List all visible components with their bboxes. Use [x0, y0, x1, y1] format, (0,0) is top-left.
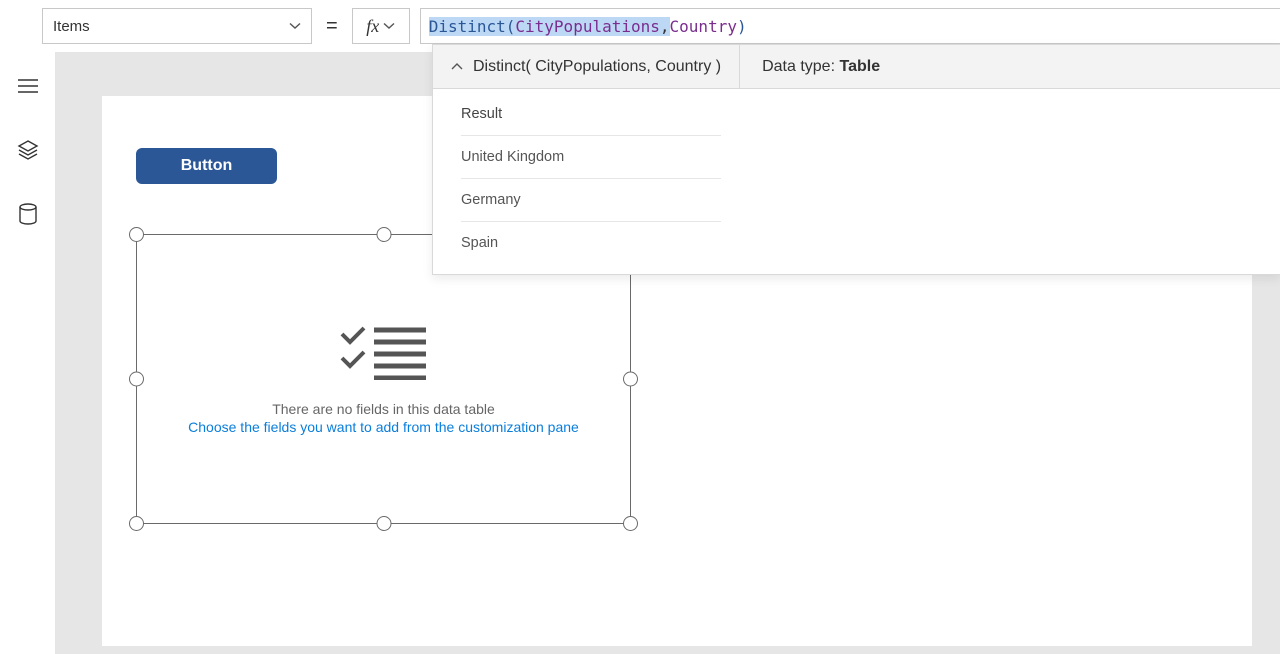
- formula-bar: Items = fx Distinct( CityPopulations, Co…: [42, 8, 1280, 44]
- chevron-down-icon: [383, 20, 395, 32]
- formula-token: Distinct(: [429, 17, 516, 36]
- resize-handle-tl[interactable]: [129, 227, 144, 242]
- data-table-control[interactable]: There are no fields in this data table C…: [136, 234, 631, 524]
- fx-button[interactable]: fx: [352, 8, 410, 44]
- result-row[interactable]: Germany: [461, 179, 721, 222]
- property-dropdown-value: Items: [53, 18, 90, 35]
- layers-icon: [17, 139, 39, 161]
- menu-icon: [18, 78, 38, 94]
- tree-view-button[interactable]: [12, 70, 44, 102]
- resize-handle-mr[interactable]: [623, 372, 638, 387]
- checklist-icon: [340, 324, 428, 385]
- canvas-button-control[interactable]: Button: [136, 148, 277, 184]
- fx-label: fx: [366, 16, 379, 37]
- resize-handle-br[interactable]: [623, 516, 638, 531]
- result-column-header: Result: [461, 93, 721, 136]
- resize-handle-bm[interactable]: [376, 516, 391, 531]
- data-table-empty-state: There are no fields in this data table C…: [137, 235, 630, 523]
- datatype-value: Table: [839, 58, 880, 75]
- formula-token: ,: [660, 17, 670, 36]
- insert-button[interactable]: [12, 134, 44, 166]
- data-sources-button[interactable]: [12, 198, 44, 230]
- canvas-button-label: Button: [181, 157, 233, 175]
- formula-expression-cell[interactable]: Distinct( CityPopulations, Country ): [433, 45, 740, 88]
- formula-result-rows: ResultUnited KingdomGermanySpain: [433, 89, 1280, 274]
- result-row[interactable]: Spain: [461, 222, 721, 264]
- property-dropdown[interactable]: Items: [42, 8, 312, 44]
- chevron-down-icon: [289, 20, 301, 32]
- formula-token: CityPopulations: [515, 17, 660, 36]
- formula-datatype: Data type: Table: [740, 58, 902, 76]
- formula-input[interactable]: Distinct( CityPopulations, Country ): [420, 8, 1280, 44]
- data-table-empty-line1: There are no fields in this data table: [272, 401, 495, 417]
- datatype-label: Data type:: [762, 58, 835, 75]
- chevron-up-icon: [451, 61, 463, 73]
- resize-handle-bl[interactable]: [129, 516, 144, 531]
- result-row[interactable]: United Kingdom: [461, 136, 721, 179]
- formula-expression-text: Distinct( CityPopulations, Country ): [473, 58, 721, 76]
- formula-result-header: Distinct( CityPopulations, Country ) Dat…: [433, 45, 1280, 89]
- resize-handle-ml[interactable]: [129, 372, 144, 387]
- formula-result-panel: Distinct( CityPopulations, Country ) Dat…: [432, 44, 1280, 275]
- left-rail: [0, 52, 56, 654]
- resize-handle-tm[interactable]: [376, 227, 391, 242]
- data-icon: [18, 203, 38, 225]
- formula-token: Country: [670, 17, 737, 36]
- data-table-empty-line2[interactable]: Choose the fields you want to add from t…: [188, 419, 579, 435]
- equals-sign: =: [322, 15, 342, 38]
- formula-token: ): [737, 17, 747, 36]
